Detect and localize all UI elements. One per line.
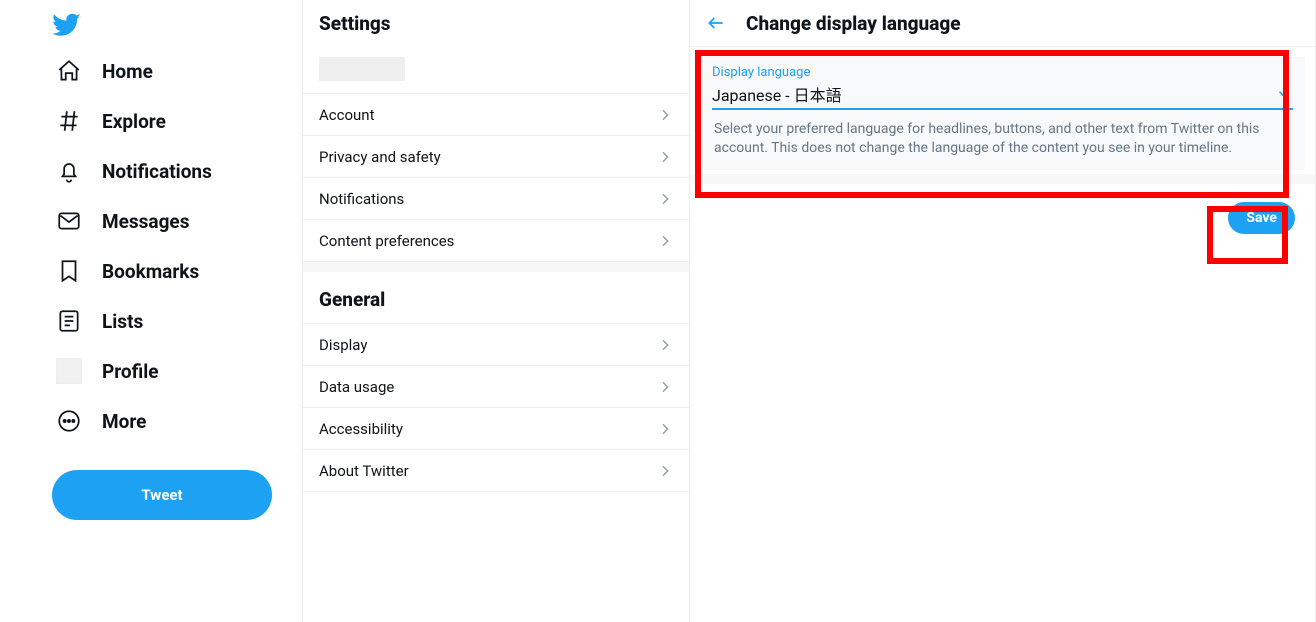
chevron-right-icon <box>657 463 673 479</box>
twitter-logo-icon[interactable] <box>52 10 302 40</box>
nav-bookmarks[interactable]: Bookmarks <box>42 246 213 296</box>
hash-icon <box>56 108 82 134</box>
nav-explore[interactable]: Explore <box>42 96 180 146</box>
settings-account-label: Account <box>319 106 375 124</box>
chevron-right-icon <box>657 379 673 395</box>
tweet-button[interactable]: Tweet <box>52 470 272 520</box>
save-button[interactable]: Save <box>1228 202 1295 234</box>
redacted-username <box>319 57 405 81</box>
detail-divider <box>690 174 1315 184</box>
home-icon <box>56 58 82 84</box>
settings-title: Settings <box>303 0 689 49</box>
profile-avatar <box>56 358 82 384</box>
nav-home[interactable]: Home <box>42 46 167 96</box>
chevron-down-icon <box>1275 85 1293 103</box>
nav-more[interactable]: More <box>42 396 160 446</box>
settings-general-title: General <box>303 272 689 324</box>
settings-account[interactable]: Account <box>303 94 689 136</box>
settings-section-divider <box>303 262 689 272</box>
nav-notifications[interactable]: Notifications <box>42 146 226 196</box>
language-select[interactable]: Display language Japanese - 日本語 <box>712 65 1293 110</box>
nav-messages-label: Messages <box>102 210 189 233</box>
chevron-right-icon <box>657 337 673 353</box>
chevron-right-icon <box>657 191 673 207</box>
nav-profile[interactable]: Profile <box>42 346 173 396</box>
language-select-value: Japanese - 日本語 <box>712 82 842 106</box>
settings-user-row[interactable] <box>303 49 689 94</box>
settings-content[interactable]: Content preferences <box>303 220 689 262</box>
detail-header: Change display language <box>690 0 1315 47</box>
nav-explore-label: Explore <box>102 110 166 133</box>
settings-privacy-label: Privacy and safety <box>319 148 441 166</box>
settings-about-label: About Twitter <box>319 462 409 480</box>
settings-about[interactable]: About Twitter <box>303 450 689 492</box>
settings-notifications-label: Notifications <box>319 190 404 208</box>
settings-display-label: Display <box>319 336 367 354</box>
nav-notifications-label: Notifications <box>102 160 212 183</box>
nav-more-label: More <box>102 410 146 433</box>
language-description: Select your preferred language for headl… <box>712 110 1293 168</box>
nav-home-label: Home <box>102 60 153 83</box>
chevron-right-icon <box>657 149 673 165</box>
settings-accessibility[interactable]: Accessibility <box>303 408 689 450</box>
bell-icon <box>56 158 82 184</box>
language-select-label: Display language <box>712 65 1293 80</box>
envelope-icon <box>56 208 82 234</box>
list-icon <box>56 308 82 334</box>
nav-messages[interactable]: Messages <box>42 196 203 246</box>
settings-data-label: Data usage <box>319 378 394 396</box>
back-button[interactable] <box>698 5 734 41</box>
nav-lists[interactable]: Lists <box>42 296 157 346</box>
bookmark-icon <box>56 258 82 284</box>
settings-content-label: Content preferences <box>319 232 454 250</box>
language-block: Display language Japanese - 日本語 Select y… <box>700 57 1305 170</box>
tweet-button-label: Tweet <box>141 486 182 504</box>
settings-display[interactable]: Display <box>303 324 689 366</box>
detail-column: Change display language Display language… <box>690 0 1316 622</box>
settings-notifications[interactable]: Notifications <box>303 178 689 220</box>
chevron-right-icon <box>657 233 673 249</box>
primary-nav: Home Explore Notifications Messages Book <box>0 0 302 622</box>
settings-accessibility-label: Accessibility <box>319 420 403 438</box>
nav-profile-label: Profile <box>102 360 159 383</box>
chevron-right-icon <box>657 107 673 123</box>
settings-privacy[interactable]: Privacy and safety <box>303 136 689 178</box>
nav-bookmarks-label: Bookmarks <box>102 260 199 283</box>
save-button-label: Save <box>1246 210 1277 226</box>
chevron-right-icon <box>657 421 673 437</box>
detail-title: Change display language <box>746 12 961 35</box>
more-icon <box>56 408 82 434</box>
nav-lists-label: Lists <box>102 310 143 333</box>
settings-data[interactable]: Data usage <box>303 366 689 408</box>
settings-column: Settings Account Privacy and safety Noti… <box>302 0 690 622</box>
